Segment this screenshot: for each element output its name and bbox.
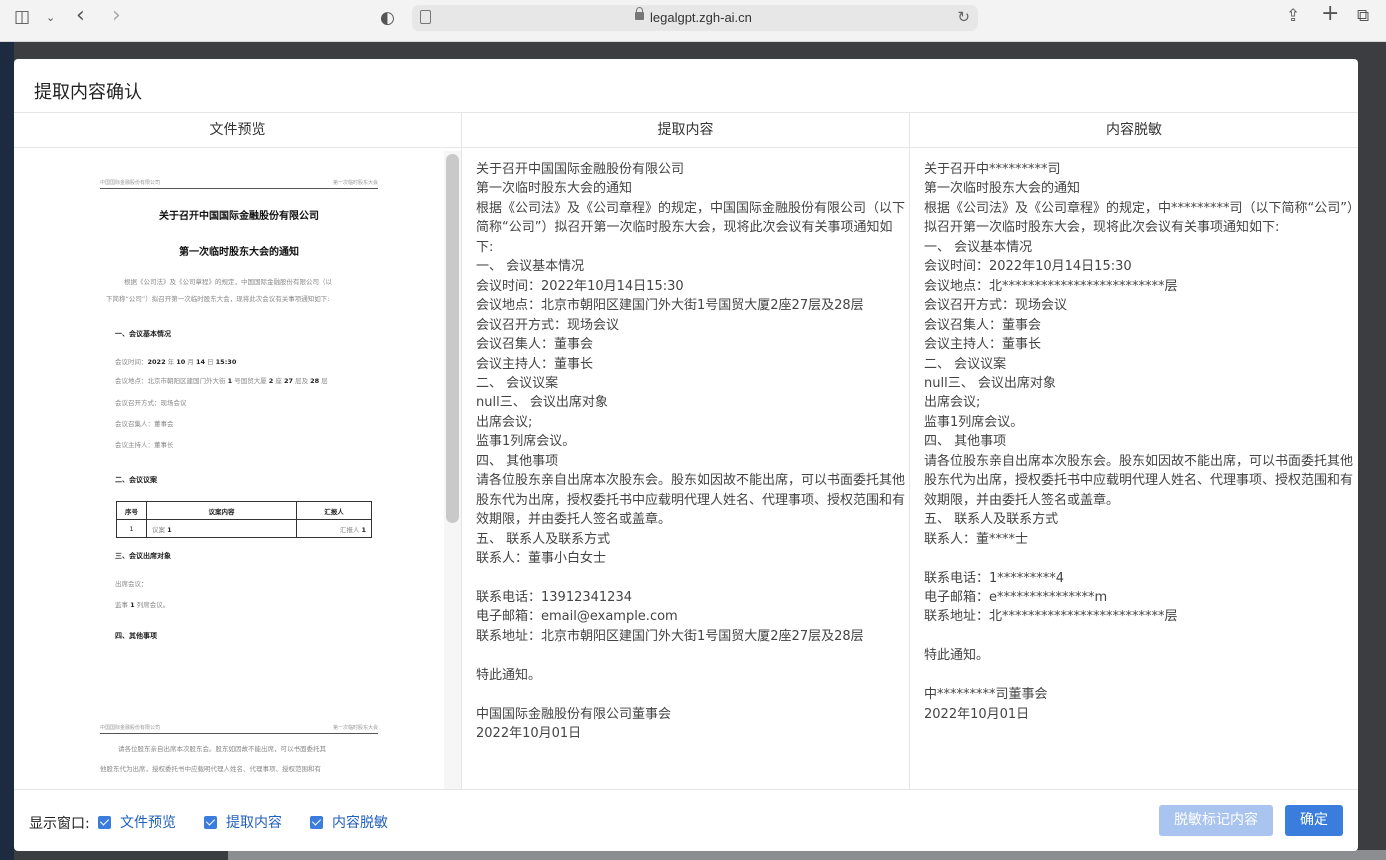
page-icon [420,10,431,24]
sidebar-toggle-icon[interactable]: ◫ [14,7,30,27]
doc-section-4: 四、其他事项 [115,632,157,640]
column-divider [909,112,910,789]
preview-scrollbar[interactable] [444,151,461,789]
page-header: 中国国际金融股份有限公司 第一次临时股东大会 [100,724,378,734]
preview-section: 四、其他事项 [115,631,393,641]
doc-other-line2: 他股东代为出席，授权委托书中应载明代理人姓名、代理事项、授权范围和有 [100,765,321,773]
doc-other-line1: 请各位股东亲自出席本次股东会。股东如因故不能出席，可以书面委托其 [118,745,326,753]
preview-title: 关于召开中国国际金融股份有限公司 [100,207,378,222]
preview-other: 请各位股东亲自出席本次股东会。股东如因故不能出席，可以书面委托其 他股东代为出席… [100,739,390,779]
checkbox-label: 内容脱敏 [332,815,388,831]
col-header-extract: 提取内容 [657,122,714,138]
preview-table: 序号 议案内容 汇报人 1 议案 1 汇报人 1 [98,501,376,538]
doc-section-1: 一、会议基本情况 [115,330,171,338]
doc-meeting-mode: 会议召开方式：现场会议 [115,399,187,407]
preview-page: 中国国际金融股份有限公司 第一次临时股东大会 [100,179,378,189]
page-header-left: 中国国际金融股份有限公司 [100,180,161,186]
doc-intro-line2: 下简称“公司”）拟召开第一次临时股东大会，现将此次会议有关事项通知如下: [106,295,330,303]
table-header-row: 序号 议案内容 汇报人 [116,501,372,520]
url-text: legalgpt.zgh-ai.cn [650,10,752,25]
checkbox-checked-icon[interactable] [310,815,323,829]
doc-attend-2: 监事 1 列席会议。 [115,601,170,609]
checkbox-label: 文件预览 [120,815,176,831]
share-icon[interactable]: ⇪ [1286,6,1300,26]
new-tab-icon[interactable]: + [1321,3,1339,25]
doc-attend-1: 出席会议： [115,580,148,588]
browser-toolbar: ◫ ⌄ ‹ › ◐ legalgpt.zgh-ai.cn ↻ ⇪ + ⧉ [0,0,1386,42]
preview-section: 三、会议出席对象 [115,551,393,561]
column-divider [461,112,462,789]
dialog-footer: 显示窗口: 文件预览 提取内容 内容脱敏 脱敏标记内容 确定 [14,789,1358,851]
td-content: 议案 1 [146,519,297,538]
checkbox-content-mask[interactable]: 内容脱敏 [310,813,388,831]
doc-intro-line1: 根据《公司法》及《公司章程》的规定，中国国际金融股份有限公司（以 [124,278,332,286]
td-no: 1 [116,519,147,538]
column-headers: 文件预览 提取内容 内容脱敏 [14,112,1358,148]
file-preview-pane[interactable]: 中国国际金融股份有限公司 第一次临时股东大会 关于召开中国国际金融股份有限公司 … [14,148,461,789]
chevron-down-icon[interactable]: ⌄ [46,8,55,28]
back-icon[interactable]: ‹ [76,5,85,27]
preview-attendance: 出席会议： 监事 1 列席会议。 [115,576,393,618]
page-header-right: 第一次临时股东大会 [332,725,378,731]
preview-title: 第一次临时股东大会的通知 [100,243,378,258]
col-header-mask: 内容脱敏 [1106,122,1162,138]
page-header: 中国国际金融股份有限公司 第一次临时股东大会 [100,179,378,189]
scrollbar-thumb[interactable] [446,154,459,523]
page-header-left: 中国国际金融股份有限公司 [100,725,161,731]
confirm-button[interactable]: 确定 [1285,805,1343,836]
th-no: 序号 [116,501,147,520]
tabs-overview-icon[interactable]: ⧉ [1357,6,1369,26]
doc-meeting-time: 会议时间：2022 年 10 月 14 日 15:30 [115,358,237,366]
mask-marked-content-button[interactable]: 脱敏标记内容 [1159,805,1273,836]
td-reporter: 汇报人 1 [296,519,372,538]
extract-confirm-dialog: 提取内容确认 文件预览 提取内容 内容脱敏 中国国际金融股份有限公司 第一次临时… [14,59,1358,851]
dialog-title: 提取内容确认 [34,82,142,103]
table-row: 1 议案 1 汇报人 1 [116,519,372,538]
background-sidebar [0,42,14,860]
checkbox-label: 提取内容 [226,815,282,831]
doc-title-line2: 第一次临时股东大会的通知 [179,247,299,258]
doc-section-2: 二、会议议案 [115,476,157,484]
doc-convener: 会议召集人：董事会 [115,420,174,428]
extracted-content-text[interactable]: 关于召开中国国际金融股份有限公司 第一次临时股东大会的通知 根据《公司法》及《公… [476,160,906,744]
shield-icon[interactable]: ◐ [380,8,395,28]
checkbox-checked-icon[interactable] [98,815,111,829]
preview-basic-info: 会议时间：2022 年 10 月 14 日 15:30 会议地点：北京市朝阳区建… [115,354,393,456]
reload-icon[interactable]: ↻ [957,8,970,26]
preview-section: 二、会议议案 [115,475,393,485]
agenda-table: 序号 议案内容 汇报人 1 议案 1 汇报人 1 [116,501,372,538]
preview-page: 中国国际金融股份有限公司 第一次临时股东大会 [100,724,378,734]
preview-section: 一、会议基本情况 [115,329,393,339]
doc-meeting-place: 会议地点：北京市朝阳区建国门外大街 1 号国贸大厦 2 座 27 层及 28 层 [115,377,328,385]
preview-intro: 根据《公司法》及《公司章程》的规定，中国国际金融股份有限公司（以 下简称“公司”… [106,274,386,308]
col-header-preview: 文件预览 [209,122,266,138]
doc-title-line1: 关于召开中国国际金融股份有限公司 [159,211,319,222]
doc-section-3: 三、会议出席对象 [115,552,171,560]
checkbox-extract-content[interactable]: 提取内容 [204,813,282,831]
checkbox-file-preview[interactable]: 文件预览 [98,813,176,831]
forward-icon[interactable]: › [112,5,121,27]
th-content: 议案内容 [146,501,297,520]
th-reporter: 汇报人 [296,501,372,520]
doc-host: 会议主持人：董事长 [115,441,174,449]
display-window-label: 显示窗口: [29,816,90,832]
address-bar[interactable]: legalgpt.zgh-ai.cn ↻ [412,5,978,31]
masked-content-text[interactable]: 关于召开中*********司 第一次临时股东大会的通知 根据《公司法》及《公司… [924,160,1354,724]
checkbox-checked-icon[interactable] [204,815,217,829]
lock-icon [635,7,644,20]
background-footer [228,850,1386,860]
page-header-right: 第一次临时股东大会 [332,180,378,186]
